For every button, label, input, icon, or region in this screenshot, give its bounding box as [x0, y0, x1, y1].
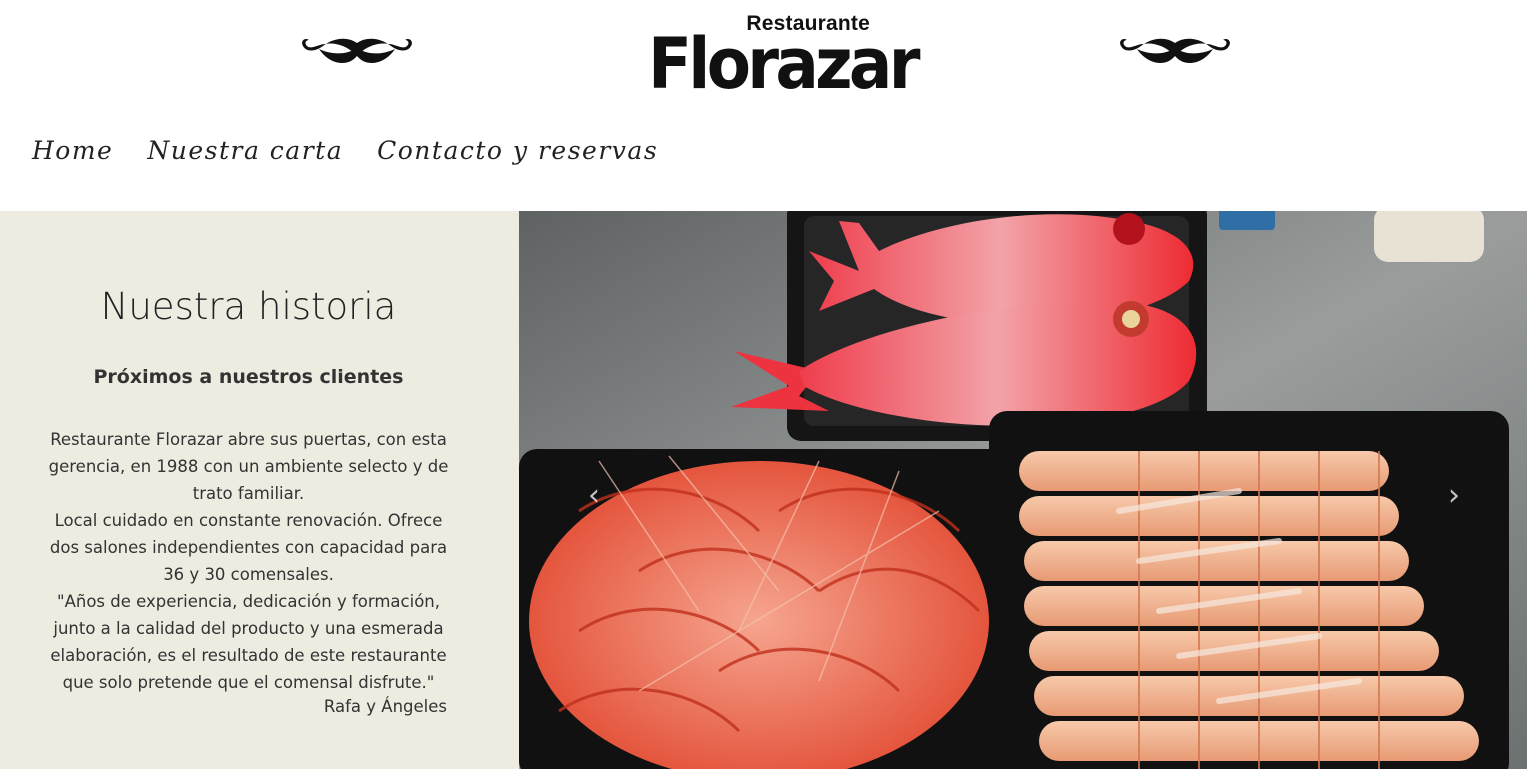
- nav-contact[interactable]: Contacto y reservas: [377, 136, 658, 165]
- seafood-photo: [519, 211, 1527, 769]
- story-title: Nuestra historia: [100, 285, 397, 328]
- mustache-icon: [302, 38, 412, 64]
- site-header: Restaurante Florazar Home Nuestra carta …: [0, 0, 1527, 211]
- story-body: Restaurante Florazar abre sus puertas, c…: [48, 426, 449, 696]
- mustache-icon: [1120, 38, 1230, 64]
- seafood-photo-slider[interactable]: ‹ ›: [519, 211, 1527, 769]
- story-quote: "Años de experiencia, dedicación y forma…: [50, 592, 447, 692]
- slider-next-button[interactable]: ›: [1441, 479, 1467, 513]
- story-paragraph-2: Local cuidado en constante renovación. O…: [49, 511, 448, 584]
- nav-home[interactable]: Home: [32, 136, 113, 165]
- chevron-left-icon: ‹: [588, 478, 600, 513]
- logo-main-text: Florazar: [648, 23, 920, 105]
- chevron-right-icon: ›: [1448, 478, 1460, 513]
- page: Restaurante Florazar Home Nuestra carta …: [0, 0, 1527, 769]
- slider-prev-button[interactable]: ‹: [581, 479, 607, 513]
- nav-menu[interactable]: Nuestra carta: [147, 136, 343, 165]
- story-subtitle: Próximos a nuestros clientes: [93, 366, 404, 388]
- story-panel: Nuestra historia Próximos a nuestros cli…: [0, 211, 519, 769]
- story-signature: Rafa y Ángeles: [323, 697, 447, 716]
- story-paragraph-1: Restaurante Florazar abre sus puertas, c…: [48, 430, 449, 503]
- site-logo[interactable]: Restaurante Florazar: [648, 12, 920, 105]
- main-nav: Home Nuestra carta Contacto y reservas: [32, 136, 658, 165]
